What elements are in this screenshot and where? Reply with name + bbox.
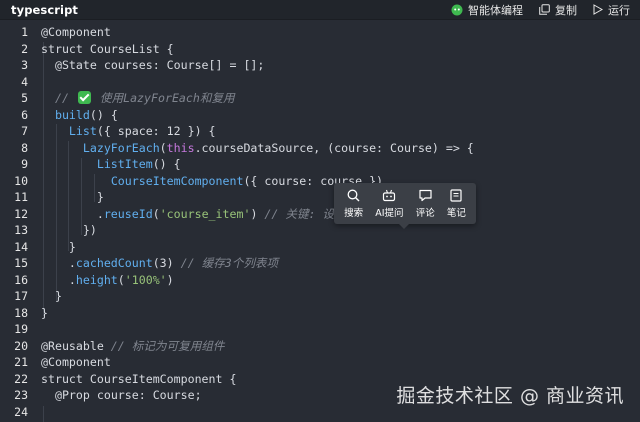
agent-programming-button[interactable]: 智能体编程 — [451, 2, 523, 18]
code-editor[interactable]: 1 @Component 2 struct CourseList { 3 @Stat… — [0, 24, 640, 422]
code-line: 6 build() { — [0, 107, 118, 124]
header-actions: 智能体编程 复制 运行 — [451, 2, 630, 18]
code-line: 23 @Prop course: Course; — [0, 387, 201, 404]
code-line: 19 — [0, 321, 28, 338]
run-label: 运行 — [608, 3, 630, 17]
code-line: 24 — [0, 404, 28, 421]
code-line: 1 @Component — [0, 24, 111, 41]
indent-guide — [43, 406, 44, 422]
line-number: 7 — [21, 124, 28, 139]
code-text: // 使用LazyForEach和复用 — [54, 91, 235, 106]
line-number: 10 — [14, 173, 28, 188]
code-line: 2 struct CourseList { — [0, 41, 174, 58]
code-text: @State courses: Course[] = []; — [54, 58, 265, 73]
popup-comment-label: 评论 — [415, 207, 435, 219]
line-number: 6 — [21, 107, 28, 122]
code-line: 18} — [0, 305, 48, 322]
note-icon — [450, 188, 462, 202]
code-line: 16 .height('100%') — [0, 272, 174, 289]
code-line: 20 @Reusable // 标记为可复用组件 — [0, 338, 224, 355]
code-text: CourseItemComponent({ course: course }) — [110, 173, 384, 188]
code-text: struct CourseItemComponent { — [41, 371, 237, 386]
code-line: 17 } — [0, 288, 62, 305]
code-text: ListItem() { — [96, 157, 181, 172]
code-text: struct CourseList { — [41, 41, 174, 56]
line-number: 5 — [21, 91, 28, 106]
line-number: 14 — [14, 239, 28, 254]
line-number: 16 — [14, 272, 28, 287]
code-text: .height('100%') — [68, 272, 174, 287]
code-text: LazyForEach(this.courseDataSource, (cour… — [82, 140, 474, 155]
run-button[interactable]: 运行 — [593, 2, 630, 18]
copy-icon — [539, 4, 550, 15]
copy-button[interactable]: 复制 — [539, 2, 577, 18]
popup-ai-ask-label: AI提问 — [375, 207, 404, 219]
popup-note-label: 笔记 — [446, 207, 466, 219]
code-text: } — [54, 289, 62, 304]
code-line: 12 .reuseId('course_item') // 关键: 设置复用 — [0, 206, 369, 223]
code-text: } — [41, 305, 48, 320]
popup-search-button[interactable]: 搜索 — [344, 189, 363, 219]
code-line: 3 @State courses: Course[] = []; — [0, 57, 264, 74]
code-line: 13 }) — [0, 222, 97, 239]
code-line: 11 } — [0, 189, 104, 206]
line-number: 22 — [14, 371, 28, 386]
line-number: 9 — [21, 157, 28, 172]
comment-icon — [419, 189, 432, 201]
code-text: .cachedCount(3) // 缓存3个列表项 — [68, 256, 279, 271]
code-line: 5 // 使用LazyForEach和复用 — [0, 90, 235, 107]
code-text: @Prop course: Course; — [54, 388, 202, 403]
popup-ai-ask-button[interactable]: AI提问 — [375, 189, 404, 219]
line-number: 17 — [14, 289, 28, 304]
agent-icon — [451, 4, 463, 15]
line-number: 24 — [14, 404, 28, 419]
code-line: 21 @Component — [0, 354, 111, 371]
line-number: 20 — [14, 338, 28, 353]
line-number: 4 — [21, 74, 28, 89]
code-text: @Component — [41, 355, 111, 370]
line-number: 11 — [14, 190, 28, 205]
code-text: }) — [82, 223, 97, 238]
line-number: 8 — [21, 140, 28, 155]
copy-label: 复制 — [555, 3, 577, 17]
line-number: 12 — [14, 206, 28, 221]
code-block-header: typescript 智能体编程 复制 运行 — [0, 0, 640, 20]
agent-programming-label: 智能体编程 — [468, 3, 523, 17]
check-mark-icon — [77, 91, 91, 105]
line-number: 2 — [21, 41, 28, 56]
code-text: } — [96, 190, 104, 205]
search-icon — [347, 189, 360, 201]
popup-note-button[interactable]: 笔记 — [446, 188, 466, 219]
code-text: List({ space: 12 }) { — [68, 124, 216, 139]
code-line: 4 — [0, 74, 28, 91]
code-text: @Component — [41, 25, 111, 40]
code-text: @Reusable // 标记为可复用组件 — [41, 338, 225, 353]
selection-popup-menu: 搜索 AI提问 评论 笔记 — [334, 183, 476, 229]
popup-comment-button[interactable]: 评论 — [416, 189, 435, 219]
code-line: 22 struct CourseItemComponent { — [0, 371, 236, 388]
popup-search-label: 搜索 — [344, 207, 364, 219]
play-icon — [593, 4, 603, 15]
line-number: 18 — [14, 305, 28, 320]
code-line: 15 .cachedCount(3) // 缓存3个列表项 — [0, 255, 278, 272]
ai-robot-icon — [383, 189, 396, 201]
code-line: 10 CourseItemComponent({ course: course … — [0, 173, 383, 190]
code-text: } — [68, 239, 76, 254]
language-label: typescript — [11, 2, 79, 17]
code-line: 7 List({ space: 12 }) { — [0, 123, 215, 140]
code-text: build() { — [54, 107, 118, 122]
line-number: 23 — [14, 388, 28, 403]
line-number: 21 — [14, 355, 28, 370]
code-line: 9 ListItem() { — [0, 156, 181, 173]
line-number: 1 — [21, 25, 28, 40]
code-text: .reuseId('course_item') // 关键: 设置复用 — [96, 206, 369, 221]
line-number: 15 — [14, 256, 28, 271]
line-number: 13 — [14, 223, 28, 238]
code-line: 14 } — [0, 239, 76, 256]
line-number: 19 — [14, 322, 28, 337]
watermark: 掘金技术社区 @ 商业资讯 — [396, 385, 624, 407]
code-line: 8 LazyForEach(this.courseDataSource, (co… — [0, 140, 474, 157]
line-number: 3 — [21, 58, 28, 73]
